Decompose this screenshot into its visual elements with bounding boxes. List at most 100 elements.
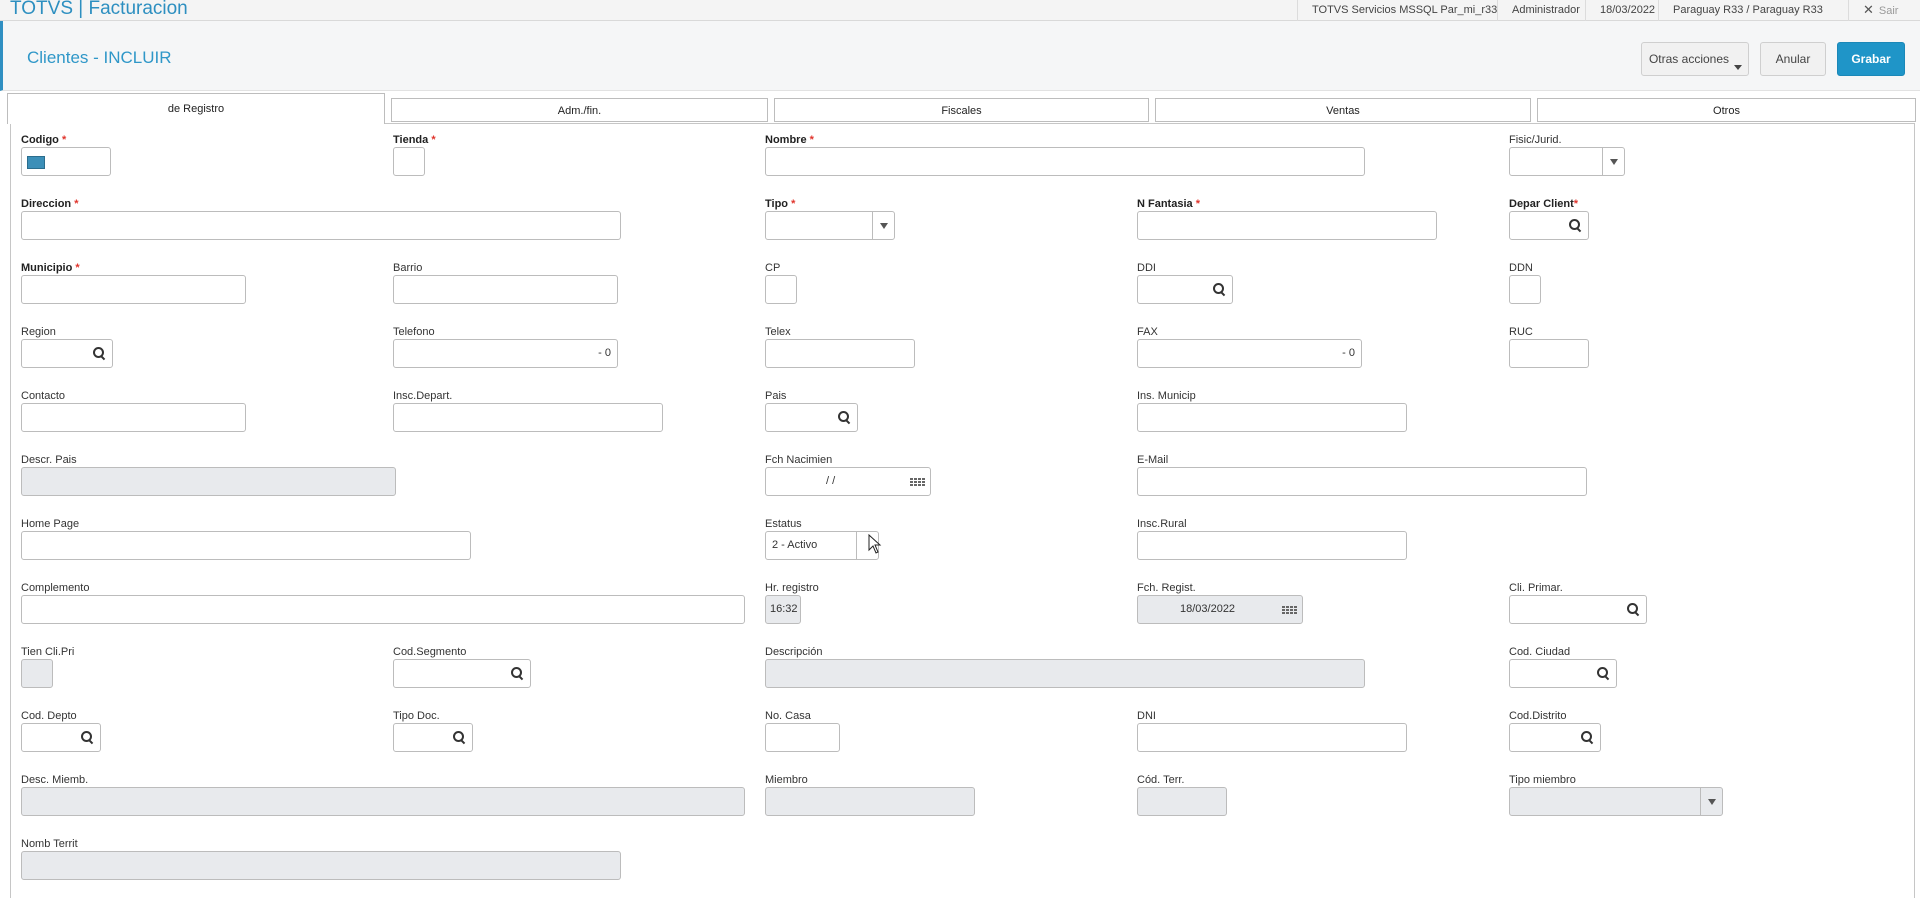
- depar-client-input[interactable]: [1509, 211, 1589, 240]
- tipo-miembro-label: Tipo miembro: [1509, 774, 1576, 786]
- fch-regist-calendar[interactable]: [1276, 596, 1302, 623]
- page-header: Clientes - INCLUIR: [0, 21, 1920, 91]
- complemento-input[interactable]: [21, 595, 745, 624]
- n-fantasia-label: N Fantasia *: [1137, 198, 1200, 210]
- close-icon: ✕: [1863, 2, 1874, 17]
- nomb-territ-input: [21, 851, 621, 880]
- insc-depart-label: Insc.Depart.: [393, 390, 453, 402]
- cod-distrito-search[interactable]: [1574, 724, 1600, 751]
- cod-distrito-input[interactable]: [1509, 723, 1601, 752]
- direccion-input[interactable]: [21, 211, 621, 240]
- insc-depart-input[interactable]: [393, 403, 663, 432]
- tipo-dropdown[interactable]: [872, 212, 894, 239]
- search-icon: [452, 731, 466, 744]
- cod-terr-input: [1137, 787, 1227, 816]
- no-casa-input[interactable]: [765, 723, 840, 752]
- email-label: E-Mail: [1137, 454, 1169, 466]
- cp-input[interactable]: [765, 275, 797, 304]
- cod-distrito-label: Cod.Distrito: [1509, 710, 1567, 722]
- contacto-input[interactable]: [21, 403, 246, 432]
- ruc-input[interactable]: [1509, 339, 1589, 368]
- tipo-doc-search[interactable]: [446, 724, 472, 751]
- fax-label: FAX: [1137, 326, 1158, 338]
- ddi-label: DDI: [1137, 262, 1156, 274]
- codigo-input[interactable]: [21, 147, 111, 176]
- desc-miemb-input: [21, 787, 745, 816]
- nomb-territ-label: Nomb Territ: [21, 838, 78, 850]
- tipo-doc-input[interactable]: [393, 723, 473, 752]
- cod-depto-search[interactable]: [74, 724, 100, 751]
- logout-button[interactable]: ✕ Sair: [1848, 0, 1912, 21]
- fch-nacimien-input[interactable]: / /: [765, 467, 931, 496]
- tab-registro[interactable]: de Registro: [7, 93, 385, 124]
- search-icon: [1596, 667, 1610, 680]
- depar-client-search[interactable]: [1562, 212, 1588, 239]
- search-icon: [1626, 603, 1640, 616]
- ddi-input[interactable]: [1137, 275, 1233, 304]
- fax-input[interactable]: - 0: [1137, 339, 1362, 368]
- user-info[interactable]: Administrador: [1497, 0, 1594, 21]
- telex-label: Telex: [765, 326, 791, 338]
- cli-primar-label: Cli. Primar.: [1509, 582, 1563, 594]
- home-page-input[interactable]: [21, 531, 471, 560]
- telex-input[interactable]: [765, 339, 915, 368]
- app-title: TOTVS | Facturacion: [10, 0, 188, 19]
- telefono-input[interactable]: - 0: [393, 339, 618, 368]
- cod-depto-input[interactable]: [21, 723, 101, 752]
- fch-nacimien-calendar[interactable]: [904, 468, 930, 495]
- home-page-label: Home Page: [21, 518, 80, 530]
- pais-input[interactable]: [765, 403, 858, 432]
- tipo-doc-label: Tipo Doc.: [393, 710, 440, 722]
- tab-otros[interactable]: Otros: [1537, 98, 1916, 122]
- pais-search[interactable]: [831, 404, 857, 431]
- more-actions-button[interactable]: Otras acciones: [1641, 42, 1749, 76]
- branch-info[interactable]: Paraguay R33 / Paraguay R33: [1658, 0, 1837, 21]
- cancel-button[interactable]: Anular: [1760, 42, 1826, 76]
- ddn-input[interactable]: [1509, 275, 1541, 304]
- descr-pais-input: [21, 467, 396, 496]
- barrio-input[interactable]: [393, 275, 618, 304]
- cli-primar-search[interactable]: [1620, 596, 1646, 623]
- fch-regist-value: 18/03/2022: [1180, 603, 1236, 615]
- fisic-jurid-dropdown[interactable]: [1602, 148, 1624, 175]
- descr-pais-label: Descr. Pais: [21, 454, 77, 466]
- cod-segmento-input[interactable]: [393, 659, 531, 688]
- ddi-search[interactable]: [1206, 276, 1232, 303]
- hr-registro-input: 16:32: [765, 595, 801, 624]
- region-input[interactable]: [21, 339, 113, 368]
- cli-primar-input[interactable]: [1509, 595, 1647, 624]
- fch-regist-label: Fch. Regist.: [1137, 582, 1196, 594]
- cod-terr-label: Cód. Terr.: [1137, 774, 1185, 786]
- n-fantasia-input[interactable]: [1137, 211, 1437, 240]
- cod-segmento-search[interactable]: [504, 660, 530, 687]
- environment-info[interactable]: TOTVS Servicios MSSQL Par_mi_r33: [1297, 0, 1511, 21]
- fisic-jurid-select[interactable]: [1509, 147, 1625, 176]
- cod-ciudad-search[interactable]: [1590, 660, 1616, 687]
- desc-miemb-label: Desc. Miemb.: [21, 774, 89, 786]
- telefono-value: - 0: [598, 347, 611, 359]
- dni-input[interactable]: [1137, 723, 1407, 752]
- date-info[interactable]: 18/03/2022: [1585, 0, 1669, 21]
- codigo-label: Codigo *: [21, 134, 67, 146]
- tienda-input[interactable]: [393, 147, 425, 176]
- search-icon: [1212, 283, 1226, 296]
- tab-ventas[interactable]: Ventas: [1155, 98, 1531, 122]
- tab-adm-fin[interactable]: Adm./fin.: [391, 98, 768, 122]
- tipo-select[interactable]: [765, 211, 895, 240]
- cod-ciudad-input[interactable]: [1509, 659, 1617, 688]
- email-input[interactable]: [1137, 467, 1587, 496]
- nombre-input[interactable]: [765, 147, 1365, 176]
- tab-fiscales[interactable]: Fiscales: [774, 98, 1149, 122]
- insc-rural-input[interactable]: [1137, 531, 1407, 560]
- municipio-input[interactable]: [21, 275, 246, 304]
- tipo-miembro-dropdown[interactable]: [1700, 788, 1722, 815]
- estatus-select[interactable]: 2 - Activo: [765, 531, 879, 560]
- ins-municip-input[interactable]: [1137, 403, 1407, 432]
- estatus-label: Estatus: [765, 518, 802, 530]
- estatus-value: 2 - Activo: [772, 539, 818, 551]
- tienda-label: Tienda *: [393, 134, 436, 146]
- region-search[interactable]: [86, 340, 112, 367]
- save-button[interactable]: Grabar: [1837, 42, 1905, 76]
- page-title: Clientes - INCLUIR: [27, 48, 172, 67]
- ruc-label: RUC: [1509, 326, 1533, 338]
